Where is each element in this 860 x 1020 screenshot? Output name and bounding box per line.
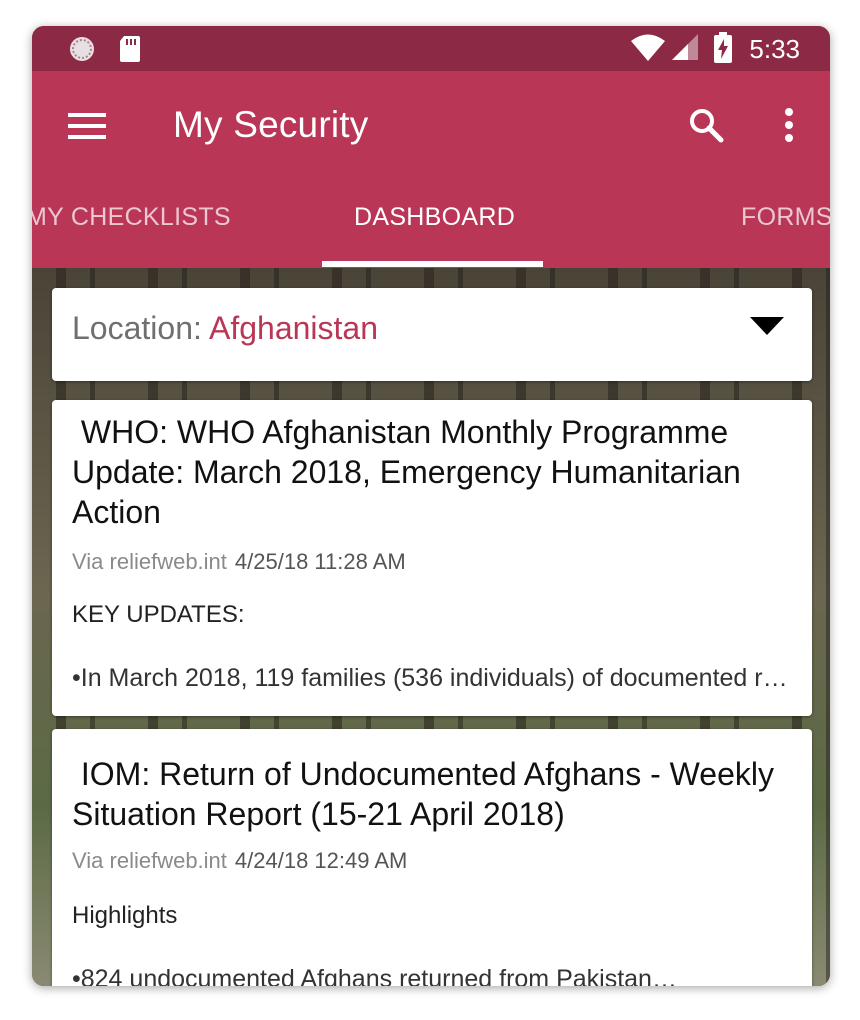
news-title[interactable]: WHO: WHO Afghanistan Monthly Programme U… <box>72 412 792 532</box>
dashboard-content: Location: Afghanistan WHO: WHO Afghanist… <box>32 268 830 986</box>
news-card[interactable]: IOM: Return of Undocumented Afghans - We… <box>52 729 812 986</box>
tab-forms[interactable]: FORMS <box>741 196 830 238</box>
tab-indicator <box>322 261 543 267</box>
news-snippet: •In March 2018, 119 families (536 indivi… <box>72 664 797 692</box>
news-source[interactable]: Via reliefweb.int <box>72 848 227 873</box>
app-bar: My Security MY CHECKLISTS DASHBOARD FORM… <box>32 71 830 268</box>
status-bar: 5:33 <box>32 26 830 71</box>
location-value: Afghanistan <box>209 310 379 346</box>
menu-icon[interactable] <box>68 111 106 146</box>
status-time: 5:33 <box>749 34 800 64</box>
phone-screen: 5:33 My Security MY CHECKLISTS DASHBOARD… <box>32 26 830 986</box>
search-icon[interactable] <box>688 107 724 148</box>
news-title[interactable]: IOM: Return of Undocumented Afghans - We… <box>72 754 792 834</box>
news-heading: Highlights <box>72 902 178 929</box>
more-vert-icon[interactable] <box>782 107 796 148</box>
location-selector[interactable]: Location: Afghanistan <box>52 288 812 381</box>
news-date: 4/24/18 12:49 AM <box>234 848 408 873</box>
signal-icon <box>670 33 700 66</box>
news-meta: Via reliefweb.int 4/24/18 12:49 AM <box>72 847 407 875</box>
news-card[interactable]: WHO: WHO Afghanistan Monthly Programme U… <box>52 400 812 716</box>
tab-my-checklists[interactable]: MY CHECKLISTS <box>32 196 231 238</box>
tab-dashboard[interactable]: DASHBOARD <box>354 196 515 238</box>
location-prefix: Location: <box>72 310 209 346</box>
sync-icon <box>68 35 96 68</box>
news-heading: KEY UPDATES: <box>72 601 245 628</box>
wifi-icon <box>630 34 666 67</box>
battery-charging-icon <box>713 32 733 69</box>
news-snippet: •824 undocumented Afghans returned from … <box>72 965 677 986</box>
sd-card-icon <box>118 35 142 68</box>
news-date: 4/25/18 11:28 AM <box>234 549 406 574</box>
location-label: Location: Afghanistan <box>72 308 378 348</box>
dropdown-arrow-icon[interactable] <box>750 317 784 335</box>
news-meta: Via reliefweb.int 4/25/18 11:28 AM <box>72 548 406 576</box>
app-title: My Security <box>173 104 369 145</box>
news-source[interactable]: Via reliefweb.int <box>72 549 227 574</box>
